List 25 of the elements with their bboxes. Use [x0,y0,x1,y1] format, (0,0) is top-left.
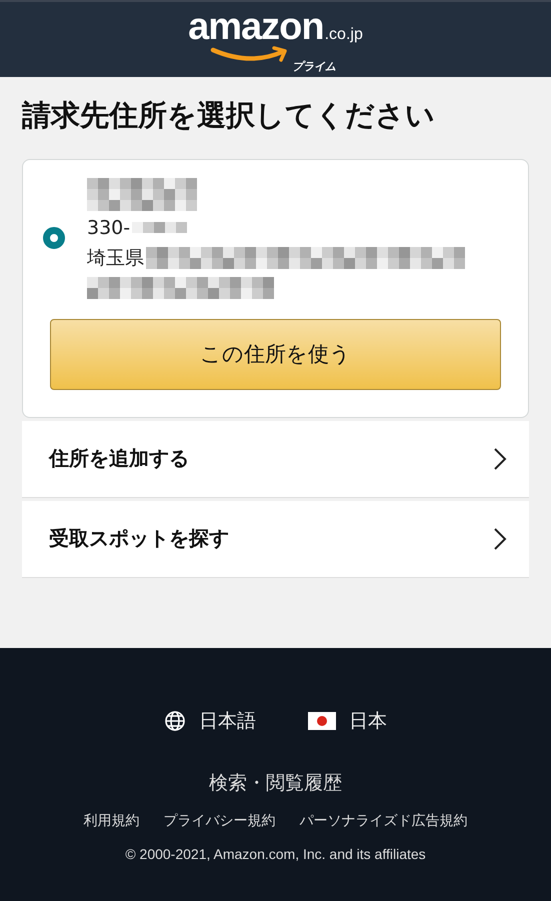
chevron-right-icon [493,526,507,551]
logo-domain: .co.jp [324,26,363,44]
amazon-logo[interactable]: amazon.co.jp プライム [188,2,363,77]
postal-code: 330- [87,216,130,239]
use-address-button[interactable]: この住所を使う [50,318,501,390]
language-link[interactable]: 日本語 [199,708,256,734]
link-row[interactable]: 受取スポットを探す [22,500,529,578]
copyright-text: © 2000-2021, Amazon.com, Inc. and its affiliates [125,846,426,862]
row-label: 受取スポットを探す [49,525,229,552]
radio-button[interactable] [43,227,65,250]
chevron-right-icon [493,446,507,471]
policy-link[interactable]: 利用規約 [84,812,140,830]
pixelated-mask [132,222,188,234]
row-label: 住所を追加する [49,445,189,472]
history-link[interactable]: 検索・閲覧履歴 [209,770,342,796]
logo-prime-label: プライム [292,61,336,72]
prefecture-text: 埼玉県 [87,246,144,271]
policy-link[interactable]: プライバシー規約 [164,812,276,830]
globe-icon [164,710,186,732]
policy-link[interactable]: パーソナライズド広告規約 [300,812,468,830]
japan-flag-icon [308,712,336,730]
logo-wordmark: amazon [188,5,324,50]
page-title: 請求先住所を選択してください [22,97,436,134]
link-row[interactable]: 住所を追加する [22,420,529,498]
country-link[interactable]: 日本 [349,708,387,734]
